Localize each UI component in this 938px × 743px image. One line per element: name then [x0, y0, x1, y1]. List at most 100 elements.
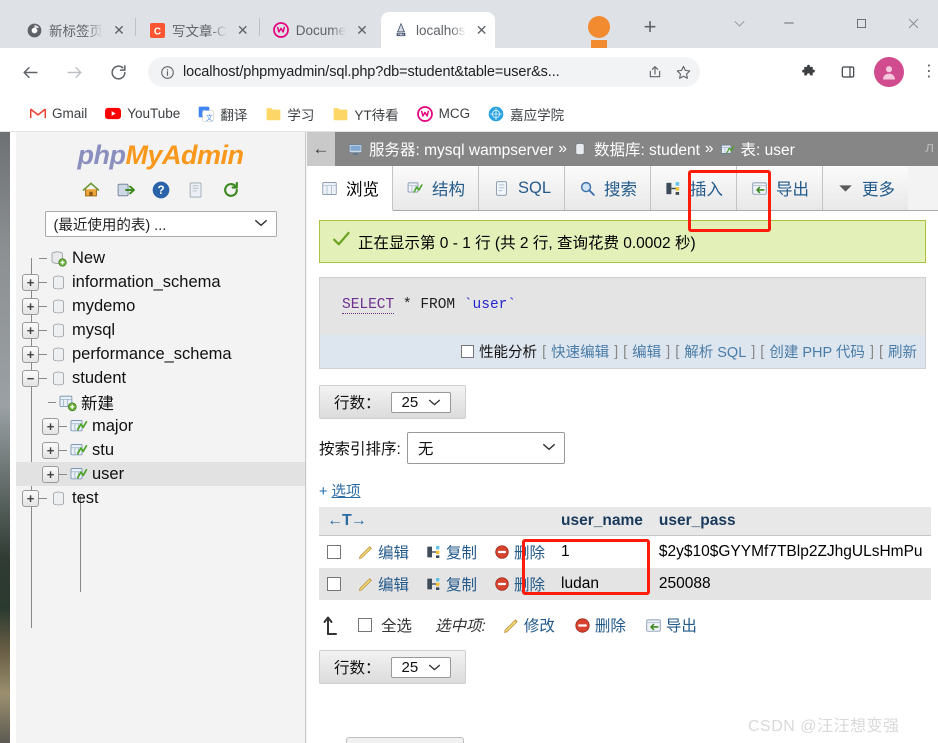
logout-icon[interactable] [115, 179, 137, 201]
tree-item-information-schema[interactable]: + information_schema [16, 270, 305, 294]
share-icon[interactable] [647, 64, 663, 80]
reload-icon[interactable] [102, 56, 134, 88]
tree-toggle[interactable]: + [22, 273, 39, 291]
breadcrumb-database[interactable]: 数据库: student [594, 138, 700, 160]
bookmark-mcg[interactable]: MCG [409, 103, 479, 125]
tree-item-test[interactable]: + test [16, 486, 305, 510]
forward-arrow-icon[interactable] [58, 56, 90, 88]
home-icon[interactable] [80, 179, 102, 201]
close-icon[interactable]: ✕ [110, 23, 128, 37]
star-icon[interactable] [675, 64, 692, 81]
address-bar[interactable]: localhost/phpmyadmin/sql.php?db=student&… [148, 57, 700, 87]
docs-icon[interactable] [185, 179, 207, 201]
phpmyadmin-logo[interactable]: phpMyAdmin [16, 132, 305, 171]
side-panel-icon[interactable] [834, 58, 862, 86]
bookmark-folder-study[interactable]: 学习 [257, 101, 322, 127]
close-icon[interactable]: ✕ [234, 23, 252, 37]
tab-more[interactable]: 更多 [823, 166, 909, 210]
options-toggle[interactable]: + 选项 [319, 480, 938, 501]
column-header-user-pass[interactable]: user_pass [650, 507, 931, 536]
bookmark-translate[interactable]: A文 翻译 [190, 101, 255, 127]
bookmark-folder-yt[interactable]: YT待看 [324, 101, 406, 127]
row-delete-action[interactable]: 删除 [485, 535, 554, 568]
partial-button-stub[interactable] [346, 737, 464, 743]
tab-search[interactable]: 搜索 [565, 166, 652, 210]
tab-structure[interactable]: 结构 [393, 166, 479, 210]
column-sort-control[interactable]: ←T→ [327, 512, 367, 529]
tree-item-new-table[interactable]: 新建 [16, 390, 305, 414]
breadcrumb-table[interactable]: 表: user [741, 138, 795, 160]
select-all-label[interactable]: 全选 [381, 614, 412, 636]
tree-item-mysql[interactable]: + mysql [16, 318, 305, 342]
help-icon[interactable]: ? [150, 179, 172, 201]
reload-tree-icon[interactable] [220, 179, 242, 201]
select-all-checkbox[interactable] [358, 618, 372, 632]
tree-toggle[interactable]: + [22, 489, 39, 507]
row-edit-action[interactable]: 编辑 [349, 535, 418, 568]
bookmark-jiaying[interactable]: 嘉应学院 [480, 101, 572, 127]
recent-tables-select[interactable]: (最近使用的表) ... [44, 211, 277, 237]
tree-item-student[interactable]: − student [16, 366, 305, 390]
row-checkbox[interactable] [327, 576, 341, 591]
bookmark-youtube[interactable]: YouTube [97, 103, 188, 125]
tree-toggle[interactable]: + [22, 297, 39, 315]
info-circle-icon[interactable] [160, 65, 175, 80]
link-create-php[interactable]: 创建 PHP 代码 [769, 341, 865, 362]
tree-item-new[interactable]: New [16, 246, 305, 270]
tree-toggle[interactable]: + [42, 465, 59, 483]
rows-select-top[interactable]: 25 [390, 391, 451, 413]
breadcrumb-server[interactable]: 服务器: mysql wampserver [369, 138, 553, 160]
kebab-menu-icon[interactable]: ⋮ [920, 58, 938, 86]
link-refresh[interactable]: 刷新 [888, 341, 917, 362]
tree-item-major[interactable]: + major [16, 414, 305, 438]
cell-user-pass[interactable]: $2y$10$GYYMf7TBlp2ZJhgULsHmPu [650, 535, 931, 568]
close-icon[interactable] [890, 8, 936, 38]
link-explain-sql[interactable]: 解析 SQL [684, 341, 746, 362]
bookmark-gmail[interactable]: Gmail [22, 103, 95, 125]
cell-user-name[interactable]: ludan [553, 568, 651, 600]
rows-select-bottom[interactable]: 25 [390, 656, 451, 678]
cell-user-name[interactable]: 1 [553, 535, 651, 568]
tree-item-mydemo[interactable]: + mydemo [16, 294, 305, 318]
row-edit-action[interactable]: 编辑 [349, 568, 418, 600]
tree-item-performance-schema[interactable]: + performance_schema [16, 342, 305, 366]
tree-toggle[interactable]: + [42, 441, 59, 459]
browser-tab-2[interactable]: Docume ✕ [261, 12, 377, 48]
cell-user-pass[interactable]: 250088 [650, 568, 931, 600]
tree-toggle[interactable]: − [22, 369, 39, 387]
bulk-export-action[interactable]: 导出 [645, 614, 697, 636]
tab-browse[interactable]: 浏览 [307, 166, 393, 211]
close-icon[interactable]: ✕ [353, 23, 371, 37]
maximize-icon[interactable] [838, 8, 884, 38]
link-edit[interactable]: 编辑 [632, 341, 661, 362]
sql-query-text[interactable]: SELECT * FROM `user` [320, 278, 925, 335]
tree-item-stu[interactable]: + stu [16, 438, 305, 462]
tree-item-user[interactable]: + user [16, 462, 305, 486]
tree-toggle[interactable]: + [22, 321, 39, 339]
tree-toggle[interactable]: + [42, 417, 59, 435]
link-quick-edit[interactable]: 快速编辑 [551, 341, 609, 362]
tab-export[interactable]: 导出 [737, 166, 824, 210]
bulk-edit-action[interactable]: 修改 [503, 614, 555, 636]
avatar[interactable] [874, 57, 904, 87]
back-arrow-icon[interactable] [14, 56, 46, 88]
row-delete-action[interactable]: 删除 [485, 568, 554, 600]
row-copy-action[interactable]: 复制 [417, 568, 486, 600]
row-checkbox[interactable] [327, 544, 341, 559]
browser-tab-0[interactable]: 新标签页 ✕ [14, 12, 134, 48]
sort-select[interactable]: 无 [406, 432, 565, 464]
profiling-checkbox[interactable] [461, 345, 475, 358]
close-icon[interactable]: ✕ [473, 23, 491, 37]
tab-sql[interactable]: SQL [479, 166, 566, 210]
tab-search-chevron-icon[interactable] [716, 8, 762, 38]
select-all-arrow-icon[interactable] [323, 615, 349, 635]
minimize-icon[interactable] [766, 8, 812, 38]
sidebar-collapse-button[interactable]: ← [307, 132, 335, 166]
tab-insert[interactable]: 插入 [651, 166, 738, 210]
browser-tab-1[interactable]: C 写文章-C ✕ [137, 12, 258, 48]
column-header-user-name[interactable]: user_name [553, 507, 651, 536]
browser-tab-3[interactable]: PMA localhos ✕ [381, 12, 495, 48]
row-copy-action[interactable]: 复制 [417, 535, 486, 568]
new-tab-button[interactable]: + [636, 14, 664, 42]
puzzle-icon[interactable] [794, 58, 822, 86]
